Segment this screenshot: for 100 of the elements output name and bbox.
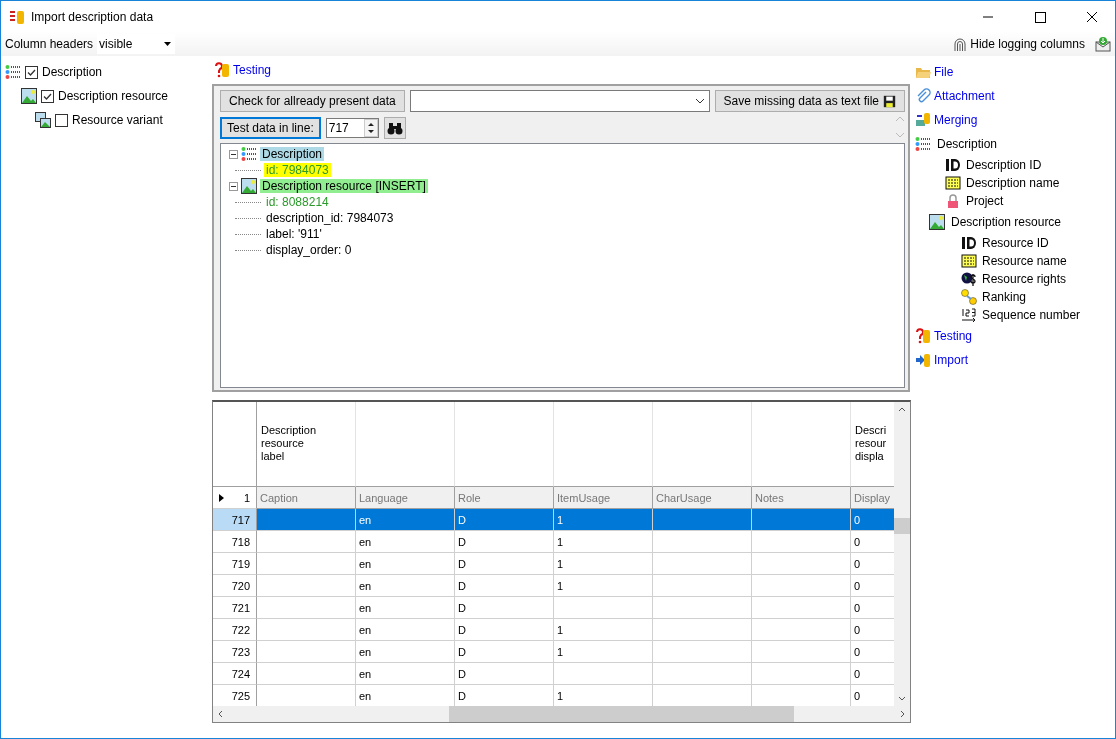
table-cell: D [455, 531, 554, 553]
table-cell: 0 [851, 509, 894, 531]
chevron-down-icon [694, 98, 705, 104]
picture-icon [21, 88, 37, 104]
question-database-icon [214, 62, 230, 78]
table-cell: 1 [554, 575, 653, 597]
collapse-toggle[interactable] [229, 149, 238, 159]
tree-node-label[interactable]: Description [260, 147, 325, 161]
scroll-thumb[interactable] [449, 706, 794, 722]
binoculars-button[interactable] [383, 117, 406, 139]
table-row[interactable]: 718 en D 1 0 [213, 531, 894, 553]
table-cell: D [455, 509, 554, 531]
note-icon [961, 253, 977, 269]
question-database-icon [915, 328, 931, 344]
field-label: Resource name [982, 254, 1067, 268]
tree-node-label[interactable]: id: 7984073 [264, 163, 331, 177]
fingerprint-icon [952, 36, 969, 52]
testing-link[interactable]: Testing [214, 62, 272, 78]
row-header: 724 [213, 663, 257, 685]
row-header: 1 [213, 487, 257, 509]
table-row[interactable]: 720 en D 1 0 [213, 575, 894, 597]
table-cell: D [455, 575, 554, 597]
row-header: 721 [213, 597, 257, 619]
table-cell: D [455, 553, 554, 575]
envelope-icon[interactable] [1095, 36, 1111, 52]
table-cell: Display [851, 487, 894, 509]
table-cell: 1 [554, 531, 653, 553]
tree-node-label[interactable]: display_order: 0 [264, 243, 354, 257]
note-icon [945, 175, 961, 191]
horizontal-scrollbar[interactable] [213, 706, 910, 722]
table-row[interactable]: 719 en D 1 0 [213, 553, 894, 575]
line-number-spinner[interactable]: 717 [325, 118, 379, 138]
table-cell: D [455, 597, 554, 619]
row-header: 722 [213, 619, 257, 641]
id-icon [961, 235, 977, 251]
caret-icon [164, 42, 172, 46]
field-label: Resource ID [982, 236, 1049, 250]
checkbox[interactable] [41, 89, 54, 103]
database-icon [915, 112, 931, 128]
field-label: Resource rights [982, 272, 1067, 286]
window-title: Import description data [31, 9, 154, 24]
table-cell: Role [455, 487, 554, 509]
field-label: Sequence number [982, 308, 1081, 322]
table-cell: Caption [257, 487, 356, 509]
field-label: Ranking [982, 290, 1027, 304]
table-cell: en [356, 509, 455, 531]
table-label: Description [937, 137, 998, 151]
vertical-scrollbar[interactable] [894, 402, 910, 706]
pictures-icon [35, 112, 51, 128]
current-row-marker-icon [219, 493, 224, 502]
row-header: 720 [213, 575, 257, 597]
table-row[interactable]: 717 en D 1 0 [213, 509, 894, 531]
table-cell: en [356, 553, 455, 575]
nav-link[interactable]: Testing [915, 328, 973, 344]
floppy-icon [883, 94, 896, 108]
table-cell: 1 [554, 509, 653, 531]
row-header: 719 [213, 553, 257, 575]
table-cell: en [356, 663, 455, 685]
table-cell: D [455, 619, 554, 641]
tree-node-label[interactable]: description_id: 7984073 [264, 211, 396, 225]
arrow-database-icon [915, 352, 931, 368]
nav-link[interactable]: Import [915, 352, 968, 368]
table-row[interactable]: 721 en D 0 [213, 597, 894, 619]
id-icon [945, 157, 961, 173]
nav-link[interactable]: File [915, 64, 954, 80]
tree-node-label[interactable]: id: 8088214 [264, 195, 331, 209]
picture-icon [241, 178, 257, 194]
table-row[interactable]: 723 en D 1 0 [213, 641, 894, 663]
paperclip-icon [915, 88, 931, 104]
table-cell: en [356, 619, 455, 641]
checkbox[interactable] [55, 113, 68, 127]
table-row[interactable]: 724 en D 0 [213, 663, 894, 685]
globe-icon [961, 271, 977, 287]
padlock-icon [945, 193, 961, 209]
check-present-data-button[interactable]: Check for allready present data [220, 90, 405, 112]
save-missing-data-button[interactable]: Save missing data as text file [714, 90, 905, 112]
table-cell: D [455, 663, 554, 685]
app-icon [9, 8, 25, 25]
collapse-toggle[interactable] [229, 181, 238, 191]
table-cell: CharUsage [653, 487, 752, 509]
list-icon [915, 136, 931, 152]
table-cell: en [356, 531, 455, 553]
checkbox[interactable] [25, 65, 38, 79]
field-label: Project [966, 194, 1004, 208]
table-cell: en [356, 641, 455, 663]
table-label: Description [42, 65, 103, 79]
table-cell: en [356, 597, 455, 619]
test-data-in-line-button[interactable]: Test data in line: [220, 117, 321, 139]
table-row[interactable]: 722 en D 1 0 [213, 619, 894, 641]
tree-node-label[interactable]: label: '911' [264, 227, 324, 241]
scroll-thumb[interactable] [894, 518, 910, 534]
sequence-icon [961, 307, 977, 323]
tree-node-label[interactable]: Description resource [INSERT] [260, 179, 428, 193]
table-label: Description resource [951, 215, 1062, 229]
nav-link[interactable]: Merging [915, 112, 978, 128]
table-cell: ItemUsage [554, 487, 653, 509]
result-dropdown[interactable] [409, 90, 710, 112]
nav-link[interactable]: Attachment [915, 88, 995, 104]
list-icon [241, 146, 257, 162]
hide-logging-button[interactable]: Hide logging columns [952, 36, 1091, 52]
